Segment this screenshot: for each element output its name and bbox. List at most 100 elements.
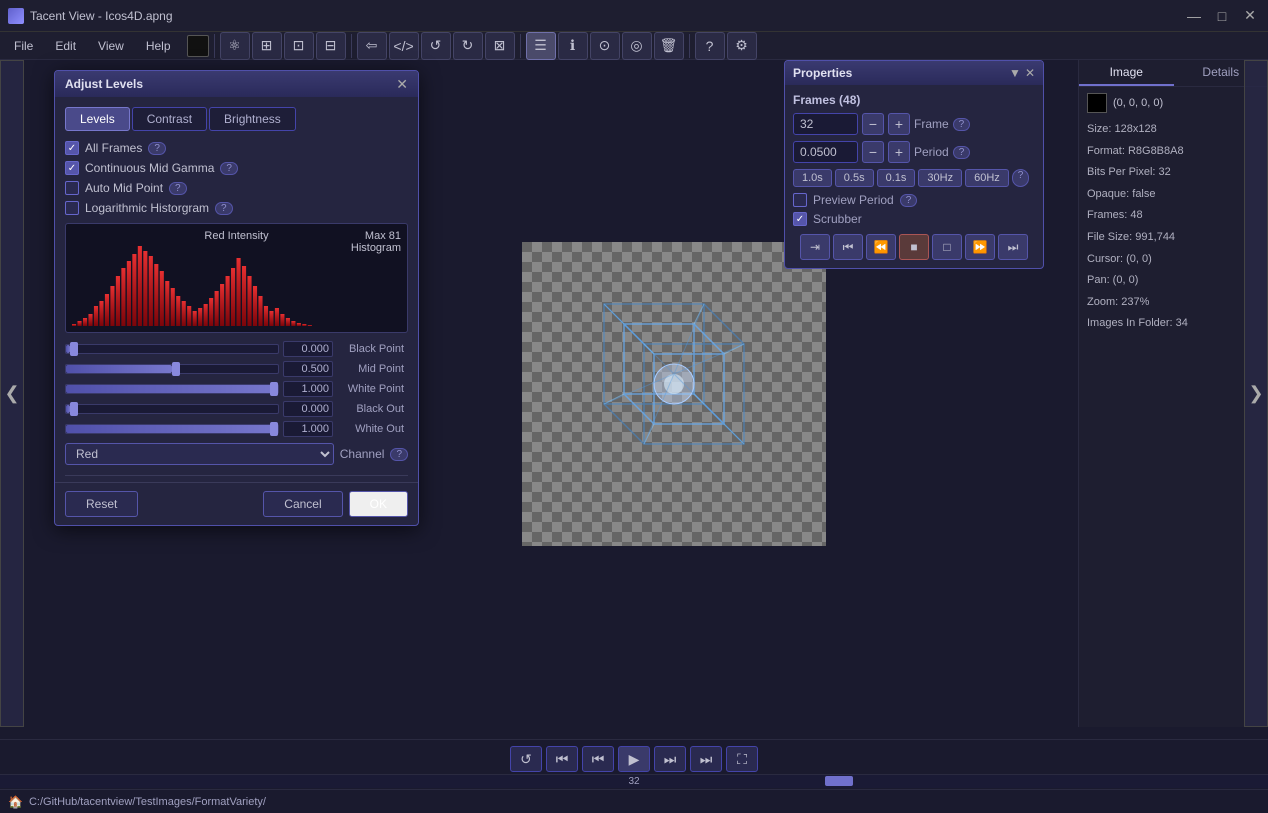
- tab-brightness[interactable]: Brightness: [209, 107, 296, 131]
- cancel-button[interactable]: Cancel: [263, 491, 342, 517]
- slider-thumb-white-point[interactable]: [270, 382, 278, 396]
- cb-scrubber[interactable]: [793, 212, 807, 226]
- cb-logarithmic-historgram[interactable]: [65, 201, 79, 215]
- prev-image-button[interactable]: ❮: [0, 60, 24, 727]
- maximize-button[interactable]: □: [1212, 6, 1232, 26]
- cb-preview-period[interactable]: [793, 193, 807, 207]
- frame-plus-button[interactable]: +: [888, 113, 910, 135]
- cb-all-frames-help[interactable]: ?: [148, 142, 166, 155]
- slider-thumb-white-out[interactable]: [270, 422, 278, 436]
- progress-bar-container[interactable]: 32: [0, 774, 1268, 788]
- toolbar-btn-redo[interactable]: ↻: [453, 32, 483, 60]
- pb-prev[interactable]: ⏮: [582, 746, 614, 772]
- checkbox-continuous-mid-gamma: Continuous Mid Gamma ?: [65, 161, 408, 175]
- time-btn-05s[interactable]: 0.5s: [835, 169, 874, 187]
- cb-auto-mid-point-help[interactable]: ?: [169, 182, 187, 195]
- period-help[interactable]: ?: [953, 146, 971, 159]
- time-help[interactable]: ?: [1012, 169, 1030, 187]
- period-input[interactable]: [793, 141, 858, 163]
- pb-go-start[interactable]: ⏮: [546, 746, 578, 772]
- trans-next[interactable]: ⏩: [965, 234, 995, 260]
- properties-close-button[interactable]: ✕: [1025, 66, 1035, 80]
- progress-thumb[interactable]: [825, 776, 853, 786]
- info-images-in-folder: Images In Folder: 34: [1079, 313, 1268, 335]
- cb-continuous-mid-gamma[interactable]: [65, 161, 79, 175]
- toolbar-btn-settings[interactable]: ⚙: [727, 32, 757, 60]
- slider-track-mid-point[interactable]: [65, 364, 279, 374]
- color-swatch[interactable]: [187, 35, 209, 57]
- slider-thumb-black-point[interactable]: [70, 342, 78, 356]
- minimize-button[interactable]: —: [1184, 6, 1204, 26]
- close-button[interactable]: ✕: [1240, 6, 1260, 26]
- time-btn-1s[interactable]: 1.0s: [793, 169, 832, 187]
- slider-track-black-point[interactable]: [65, 344, 279, 354]
- cb-auto-mid-point[interactable]: [65, 181, 79, 195]
- toolbar-btn-grid2[interactable]: ⊡: [284, 32, 314, 60]
- cb-continuous-mid-gamma-help[interactable]: ?: [220, 162, 238, 175]
- time-btn-01s[interactable]: 0.1s: [877, 169, 916, 187]
- slider-track-black-out[interactable]: [65, 404, 279, 414]
- cb-logarithmic-historgram-help[interactable]: ?: [215, 202, 233, 215]
- menu-file[interactable]: File: [4, 37, 43, 55]
- trans-pause[interactable]: □: [932, 234, 962, 260]
- reset-button[interactable]: Reset: [65, 491, 138, 517]
- info-tab-image[interactable]: Image: [1079, 60, 1174, 86]
- channel-select[interactable]: Red Green Blue Alpha All: [65, 443, 334, 465]
- toolbar-btn-crop[interactable]: ⊠: [485, 32, 515, 60]
- trans-go-start[interactable]: ⇥: [800, 234, 830, 260]
- frame-help[interactable]: ?: [953, 118, 971, 131]
- trans-go-end[interactable]: ⏭: [998, 234, 1028, 260]
- channel-help[interactable]: ?: [390, 448, 408, 461]
- frame-input[interactable]: [793, 113, 858, 135]
- properties-panel: Properties ▼ ✕ Frames (48) − + Frame ?: [784, 60, 1044, 269]
- cb-preview-period-label: Preview Period: [813, 193, 894, 207]
- trans-prev[interactable]: ⏪: [866, 234, 896, 260]
- pb-next[interactable]: ⏭: [654, 746, 686, 772]
- toolbar-btn-grid1[interactable]: ⊞: [252, 32, 282, 60]
- frame-minus-button[interactable]: −: [862, 113, 884, 135]
- trans-stop[interactable]: ■: [899, 234, 929, 260]
- slider-value-black-out: 0.000: [283, 401, 333, 417]
- toolbar-btn-info[interactable]: ℹ: [558, 32, 588, 60]
- pb-go-end[interactable]: ⏭: [690, 746, 722, 772]
- slider-track-white-out[interactable]: [65, 424, 279, 434]
- pb-fullscreen[interactable]: ⛶: [726, 746, 758, 772]
- tab-levels[interactable]: Levels: [65, 107, 130, 131]
- time-btn-30hz[interactable]: 30Hz: [918, 169, 962, 187]
- ok-button[interactable]: OK: [349, 491, 408, 517]
- image-preview: [522, 242, 826, 546]
- trans-prev-end[interactable]: ⏮: [833, 234, 863, 260]
- slider-thumb-mid-point[interactable]: [172, 362, 180, 376]
- menu-help[interactable]: Help: [136, 37, 181, 55]
- frame-input-row: − + Frame ?: [793, 113, 1035, 135]
- toolbar-btn-layers[interactable]: ⊙: [590, 32, 620, 60]
- menu-edit[interactable]: Edit: [45, 37, 86, 55]
- dialog-close-button[interactable]: ✕: [396, 77, 408, 91]
- toolbar-btn-delete[interactable]: 🗑: [654, 32, 684, 60]
- cb-auto-mid-point-label: Auto Mid Point: [85, 181, 163, 195]
- toolbar-btn-atom[interactable]: ⚛: [220, 32, 250, 60]
- toolbar-btn-undo[interactable]: ↺: [421, 32, 451, 60]
- time-btn-60hz[interactable]: 60Hz: [965, 169, 1009, 187]
- dialog-titlebar[interactable]: Adjust Levels ✕: [55, 71, 418, 97]
- properties-menu-button[interactable]: ▼: [1009, 66, 1021, 80]
- period-plus-button[interactable]: +: [888, 141, 910, 163]
- slider-track-white-point[interactable]: [65, 384, 279, 394]
- toolbar-btn-code[interactable]: </>: [389, 32, 419, 60]
- toolbar-btn-help[interactable]: ?: [695, 32, 725, 60]
- toolbar-btn-filter[interactable]: ☰: [526, 32, 556, 60]
- checkbox-auto-mid-point: Auto Mid Point ?: [65, 181, 408, 195]
- cb-preview-period-help[interactable]: ?: [900, 194, 918, 207]
- toolbar-separator-1: [214, 34, 215, 58]
- pb-reset[interactable]: ↺: [510, 746, 542, 772]
- toolbar-btn-back[interactable]: ⇦: [357, 32, 387, 60]
- period-minus-button[interactable]: −: [862, 141, 884, 163]
- toolbar-btn-grid3[interactable]: ⊟: [316, 32, 346, 60]
- tab-contrast[interactable]: Contrast: [132, 107, 207, 131]
- pb-play[interactable]: ▶: [618, 746, 650, 772]
- toolbar-btn-circle[interactable]: ◎: [622, 32, 652, 60]
- menu-view[interactable]: View: [88, 37, 134, 55]
- cb-all-frames[interactable]: [65, 141, 79, 155]
- next-image-button[interactable]: ❯: [1244, 60, 1268, 727]
- slider-thumb-black-out[interactable]: [70, 402, 78, 416]
